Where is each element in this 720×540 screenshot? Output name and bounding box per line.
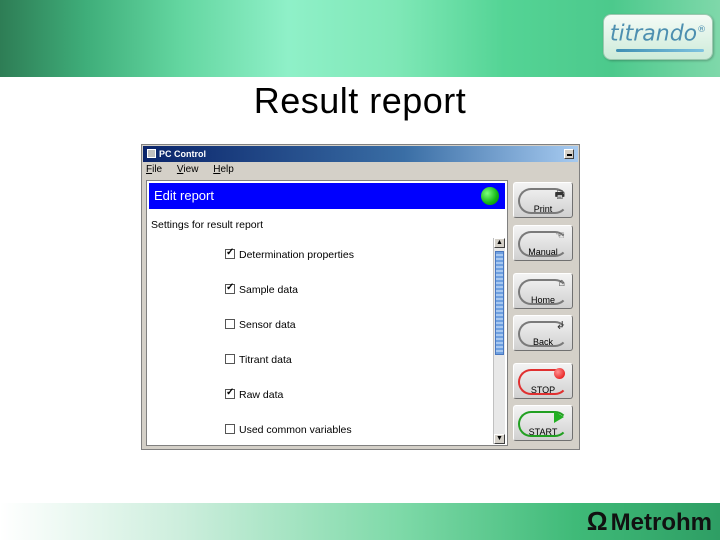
- print-button[interactable]: 🖶 Print: [513, 182, 573, 218]
- option-determination-properties[interactable]: Determination properties: [225, 247, 354, 263]
- edit-report-header: Edit report: [149, 183, 505, 209]
- report-settings-panel: Edit report Settings for result report D…: [146, 180, 508, 446]
- option-raw-data[interactable]: Raw data: [225, 387, 283, 403]
- window-titlebar[interactable]: PC Control: [143, 146, 578, 162]
- manual-button[interactable]: ☜ Manual: [513, 225, 573, 261]
- printer-icon: 🖶: [554, 189, 565, 201]
- menu-view[interactable]: View: [177, 164, 199, 175]
- stop-icon: [554, 368, 565, 379]
- vertical-scrollbar[interactable]: ▲ ▼: [493, 238, 505, 444]
- menu-file[interactable]: File: [146, 164, 162, 175]
- pc-control-window: PC Control File View Help Edit report Se…: [141, 144, 580, 450]
- logo-text: titrando: [609, 21, 698, 47]
- stop-button[interactable]: STOP: [513, 363, 573, 399]
- header-title: Edit report: [154, 188, 214, 203]
- hand-icon: ☜: [555, 230, 565, 242]
- checkbox-sensor-data[interactable]: [225, 319, 235, 329]
- menu-bar: File View Help: [146, 164, 246, 178]
- back-arrow-icon: ↲: [555, 320, 565, 332]
- scroll-up-button[interactable]: ▲: [494, 238, 505, 248]
- home-button[interactable]: ⌂ Home: [513, 273, 573, 309]
- back-button[interactable]: ↲ Back: [513, 315, 573, 351]
- start-button[interactable]: START: [513, 405, 573, 441]
- option-titrant-data[interactable]: Titrant data: [225, 354, 292, 368]
- play-icon: [554, 411, 564, 423]
- checkbox-used-common-variables[interactable]: [225, 424, 235, 434]
- menu-help[interactable]: Help: [213, 164, 234, 175]
- status-led-icon: [481, 187, 499, 205]
- checkbox-titrant-data[interactable]: [225, 354, 235, 364]
- omega-icon: Ω: [586, 506, 608, 536]
- option-sample-data[interactable]: Sample data: [225, 282, 298, 298]
- logo-swoosh: [616, 49, 704, 52]
- page-title: Result report: [253, 80, 467, 121]
- checkbox-determination-properties[interactable]: [225, 247, 235, 259]
- app-icon: [147, 149, 156, 158]
- home-icon: ⌂: [558, 277, 565, 289]
- checkbox-sample-data[interactable]: [225, 282, 235, 294]
- option-sensor-data[interactable]: Sensor data: [225, 319, 296, 333]
- section-label: Settings for result report: [151, 219, 264, 231]
- window-title: PC Control: [159, 149, 206, 159]
- metrohm-logo: Ω Metrohm: [587, 506, 712, 536]
- checkbox-raw-data[interactable]: [225, 387, 235, 399]
- option-used-common-variables[interactable]: Used common variables: [225, 424, 352, 438]
- titrando-logo: titrando®: [603, 14, 713, 60]
- minimize-button[interactable]: [564, 149, 574, 159]
- logo-trademark: ®: [697, 25, 707, 35]
- metrohm-text: Metrohm: [610, 509, 712, 536]
- scroll-thumb[interactable]: [495, 251, 504, 355]
- scroll-down-button[interactable]: ▼: [494, 434, 505, 444]
